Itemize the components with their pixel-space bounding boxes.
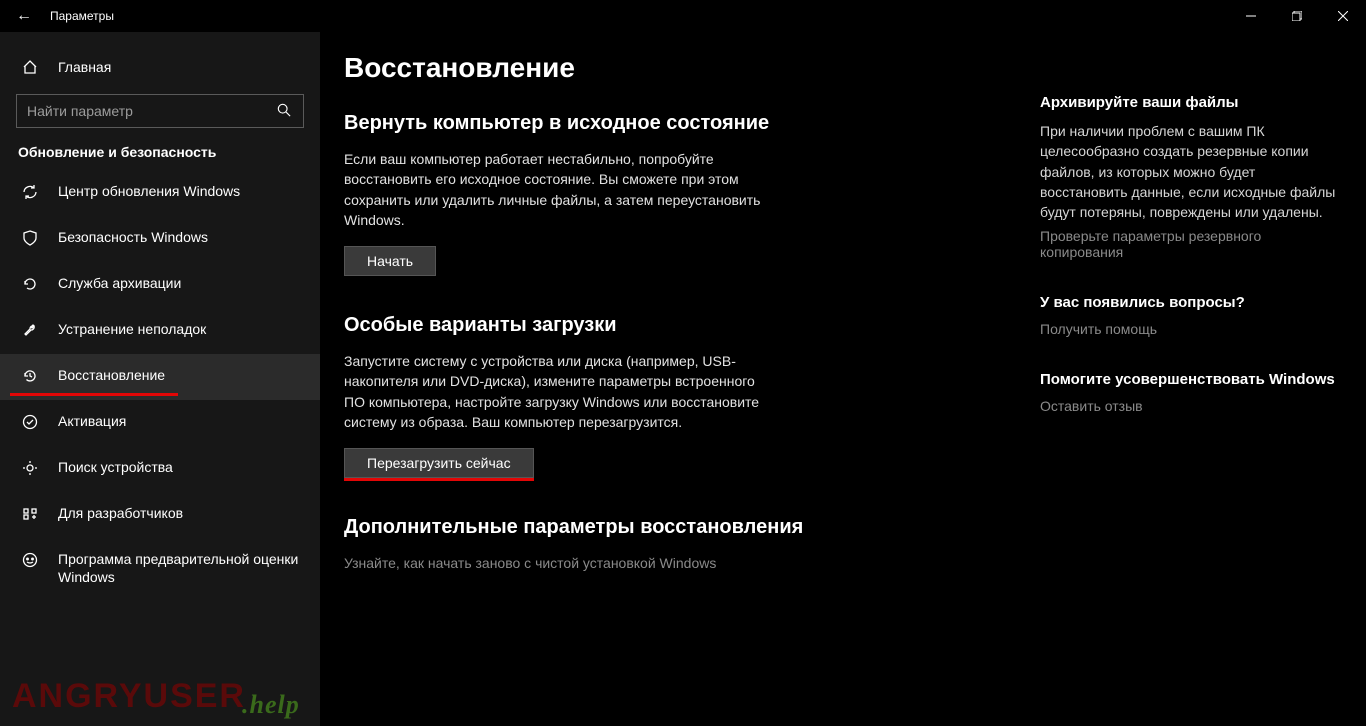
shield-icon (18, 228, 42, 246)
sidebar-item-label: Служба архивации (58, 274, 302, 292)
sidebar-item-label: Безопасность Windows (58, 228, 302, 246)
insider-icon (18, 550, 42, 568)
section-advanced-startup-body: Запустите систему с устройства или диска… (344, 351, 774, 432)
minimize-button[interactable] (1228, 0, 1274, 32)
sidebar-item-windows-update[interactable]: Центр обновления Windows (0, 170, 320, 216)
section-more-recovery-title: Дополнительные параметры восстановления (344, 516, 944, 539)
check-circle-icon (18, 412, 42, 430)
sidebar-item-label: Восстановление (58, 366, 302, 384)
aside-questions-title: У вас появились вопросы? (1040, 294, 1344, 311)
wrench-icon (18, 320, 42, 338)
back-button[interactable]: ← (6, 7, 42, 25)
section-advanced-startup-title: Особые варианты загрузки (344, 314, 944, 337)
sidebar-item-label: Устранение неполадок (58, 320, 302, 338)
aside-backup-title: Архивируйте ваши файлы (1040, 94, 1344, 111)
location-icon (18, 458, 42, 476)
sync-icon (18, 182, 42, 200)
titlebar: ← Параметры (0, 0, 1366, 32)
aside-get-help-link[interactable]: Получить помощь (1040, 321, 1344, 337)
window-title: Параметры (50, 9, 114, 23)
section-reset-body: Если ваш компьютер работает нестабильно,… (344, 149, 774, 230)
section-reset-title: Вернуть компьютер в исходное состояние (344, 112, 944, 135)
maximize-button[interactable] (1274, 0, 1320, 32)
aside-backup-link[interactable]: Проверьте параметры резервного копирован… (1040, 228, 1344, 260)
search-placeholder: Найти параметр (27, 103, 277, 119)
aside-backup-body: При наличии проблем с вашим ПК целесообр… (1040, 121, 1344, 222)
sidebar-item-security[interactable]: Безопасность Windows (0, 216, 320, 262)
sidebar-item-label: Активация (58, 412, 302, 430)
sidebar-item-insider[interactable]: Программа предварительной оценки Windows (0, 538, 320, 598)
window-controls (1228, 0, 1366, 32)
sidebar-home[interactable]: Главная (0, 44, 320, 90)
close-button[interactable] (1320, 0, 1366, 32)
search-input[interactable]: Найти параметр (16, 94, 304, 128)
search-icon (277, 103, 293, 120)
sidebar-item-label: Для разработчиков (58, 504, 302, 522)
page-title: Восстановление (344, 52, 944, 84)
sidebar-item-label: Поиск устройства (58, 458, 302, 476)
sidebar-item-label: Центр обновления Windows (58, 182, 302, 200)
sidebar-item-recovery[interactable]: Восстановление (0, 354, 320, 400)
history-icon (18, 366, 42, 384)
aside-panel: Архивируйте ваши файлы При наличии пробл… (1040, 50, 1360, 726)
section-more-recovery-link[interactable]: Узнайте, как начать заново с чистой уста… (344, 553, 774, 573)
sidebar-item-backup[interactable]: Служба архивации (0, 262, 320, 308)
backup-icon (18, 274, 42, 292)
sidebar-item-label: Программа предварительной оценки Windows (58, 550, 302, 586)
restart-now-button[interactable]: Перезагрузить сейчас (344, 448, 534, 478)
home-icon (18, 59, 42, 75)
sidebar-item-troubleshoot[interactable]: Устранение неполадок (0, 308, 320, 354)
sidebar-home-label: Главная (58, 59, 111, 75)
developer-icon (18, 504, 42, 522)
reset-start-button[interactable]: Начать (344, 246, 436, 276)
sidebar-category-title: Обновление и безопасность (0, 144, 320, 170)
sidebar-item-find-device[interactable]: Поиск устройства (0, 446, 320, 492)
aside-feedback-link[interactable]: Оставить отзыв (1040, 398, 1344, 414)
sidebar: Главная Найти параметр Обновление и безо… (0, 32, 320, 726)
sidebar-item-developers[interactable]: Для разработчиков (0, 492, 320, 538)
aside-feedback-title: Помогите усовершенствовать Windows (1040, 371, 1344, 388)
watermark: ANGRYUSER.help (12, 677, 300, 716)
sidebar-item-activation[interactable]: Активация (0, 400, 320, 446)
main-panel: Восстановление Вернуть компьютер в исход… (320, 32, 1366, 726)
